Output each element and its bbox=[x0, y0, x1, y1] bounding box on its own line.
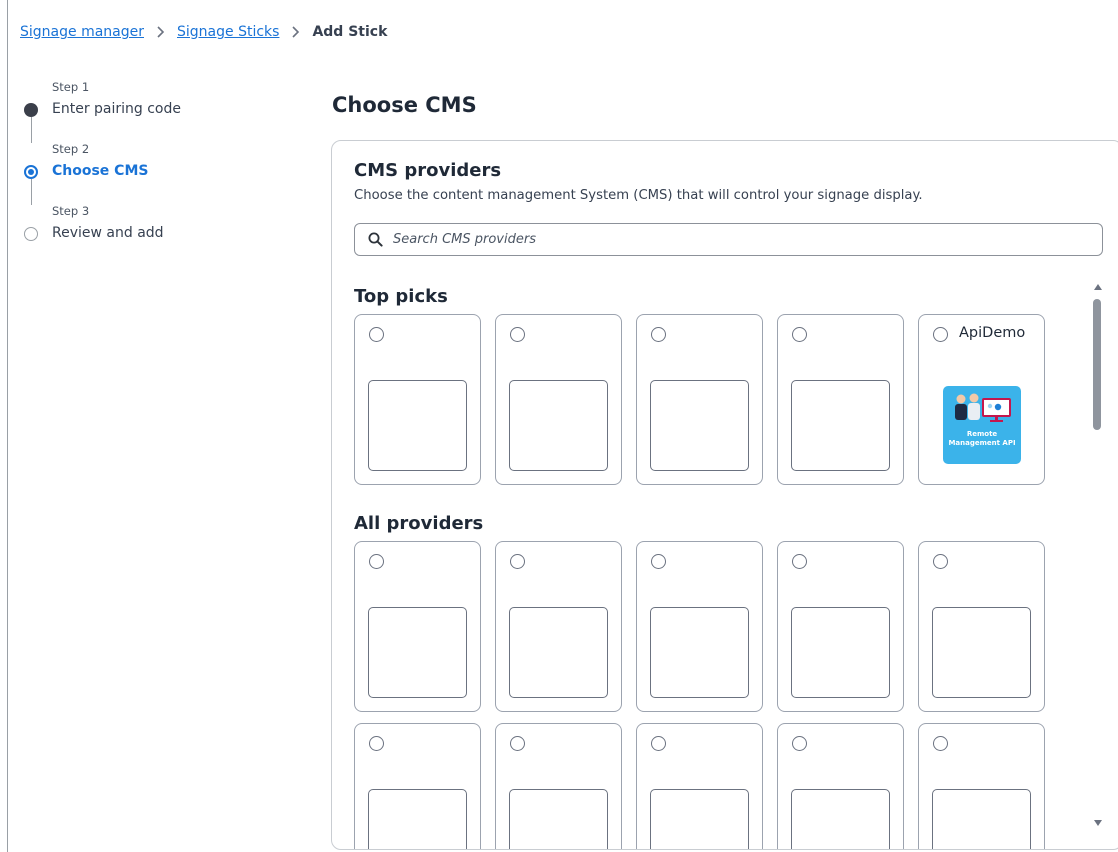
provider-logo-placeholder bbox=[932, 789, 1031, 849]
provider-logo-placeholder bbox=[650, 789, 749, 849]
step-pending-icon bbox=[24, 227, 38, 241]
radio-button[interactable] bbox=[510, 554, 525, 569]
provider-logo-placeholder bbox=[509, 380, 608, 471]
scrollbar[interactable] bbox=[1092, 284, 1104, 826]
top-picks-title: Top picks bbox=[354, 286, 448, 307]
logo-caption: Remote Management API bbox=[948, 430, 1016, 447]
provider-card[interactable] bbox=[354, 541, 481, 712]
radio-button[interactable] bbox=[369, 736, 384, 751]
radio-button[interactable] bbox=[792, 554, 807, 569]
provider-card[interactable] bbox=[636, 723, 763, 849]
provider-logo-placeholder bbox=[791, 380, 890, 471]
step-number: Step 3 bbox=[52, 204, 90, 218]
search-icon bbox=[368, 232, 383, 247]
search-box[interactable] bbox=[354, 223, 1103, 256]
step-label: Enter pairing code bbox=[52, 101, 182, 117]
radio-button[interactable] bbox=[933, 736, 948, 751]
all-providers-row bbox=[354, 723, 1045, 849]
radio-button[interactable] bbox=[369, 327, 384, 342]
scroll-up-arrow-icon[interactable] bbox=[1094, 284, 1102, 290]
breadcrumb: Signage manager Signage Sticks Add Stick bbox=[20, 22, 387, 42]
step-current-icon bbox=[24, 165, 38, 179]
provider-card[interactable] bbox=[354, 314, 481, 485]
radio-button[interactable] bbox=[651, 554, 666, 569]
provider-card-apidemo[interactable]: ApiDemo Remote Management API bbox=[918, 314, 1045, 485]
provider-logo-placeholder bbox=[368, 607, 467, 698]
panel-title: CMS providers bbox=[354, 160, 502, 181]
radio-button[interactable] bbox=[510, 327, 525, 342]
step-complete-icon bbox=[24, 103, 38, 117]
provider-logo-placeholder bbox=[509, 789, 608, 849]
chevron-right-icon bbox=[156, 26, 165, 38]
provider-card[interactable] bbox=[777, 723, 904, 849]
breadcrumb-link-signage-sticks[interactable]: Signage Sticks bbox=[177, 24, 279, 40]
provider-card[interactable] bbox=[354, 723, 481, 849]
provider-logo-placeholder bbox=[650, 607, 749, 698]
step-number: Step 1 bbox=[52, 80, 90, 94]
radio-button[interactable] bbox=[792, 736, 807, 751]
panel-description: Choose the content management System (CM… bbox=[354, 188, 923, 203]
left-border bbox=[7, 0, 8, 852]
radio-button[interactable] bbox=[933, 554, 948, 569]
provider-card[interactable] bbox=[495, 723, 622, 849]
provider-logo-placeholder bbox=[368, 789, 467, 849]
search-input[interactable] bbox=[391, 231, 1075, 248]
provider-card[interactable] bbox=[777, 541, 904, 712]
provider-logo: Remote Management API bbox=[932, 380, 1031, 471]
scroll-down-arrow-icon[interactable] bbox=[1094, 820, 1102, 826]
scrollbar-thumb[interactable] bbox=[1093, 299, 1101, 430]
provider-card[interactable] bbox=[918, 723, 1045, 849]
people-monitor-icon bbox=[955, 393, 1011, 422]
radio-button[interactable] bbox=[510, 736, 525, 751]
provider-card[interactable] bbox=[918, 541, 1045, 712]
radio-button[interactable] bbox=[369, 554, 384, 569]
step-label: Review and add bbox=[52, 225, 164, 241]
breadcrumb-link-signage-manager[interactable]: Signage manager bbox=[20, 24, 144, 40]
step-connector bbox=[31, 179, 32, 205]
provider-name: ApiDemo bbox=[959, 325, 1026, 341]
stepper: Step 1 Enter pairing code Step 2 Choose … bbox=[22, 80, 302, 250]
provider-card[interactable] bbox=[495, 541, 622, 712]
chevron-right-icon bbox=[291, 26, 300, 38]
radio-button[interactable] bbox=[651, 327, 666, 342]
provider-logo-placeholder bbox=[791, 789, 890, 849]
provider-logo-placeholder bbox=[932, 607, 1031, 698]
breadcrumb-current: Add Stick bbox=[312, 24, 388, 40]
provider-card[interactable] bbox=[636, 541, 763, 712]
provider-card[interactable] bbox=[495, 314, 622, 485]
all-providers-title: All providers bbox=[354, 513, 484, 534]
provider-card[interactable] bbox=[777, 314, 904, 485]
remote-management-api-logo: Remote Management API bbox=[943, 386, 1021, 464]
top-picks-grid: ApiDemo Remote Management API bbox=[354, 314, 1045, 485]
provider-logo-placeholder bbox=[509, 607, 608, 698]
all-providers-row bbox=[354, 541, 1045, 712]
provider-logo-placeholder bbox=[791, 607, 890, 698]
page-title: Choose CMS bbox=[332, 93, 477, 117]
provider-logo-placeholder bbox=[368, 380, 467, 471]
step-label: Choose CMS bbox=[52, 163, 149, 179]
radio-button[interactable] bbox=[933, 327, 948, 342]
step-connector bbox=[31, 117, 32, 143]
provider-logo-placeholder bbox=[650, 380, 749, 471]
radio-button[interactable] bbox=[651, 736, 666, 751]
provider-card[interactable] bbox=[636, 314, 763, 485]
cms-providers-panel: CMS providers Choose the content managem… bbox=[331, 140, 1118, 850]
step-number: Step 2 bbox=[52, 142, 90, 156]
radio-button[interactable] bbox=[792, 327, 807, 342]
